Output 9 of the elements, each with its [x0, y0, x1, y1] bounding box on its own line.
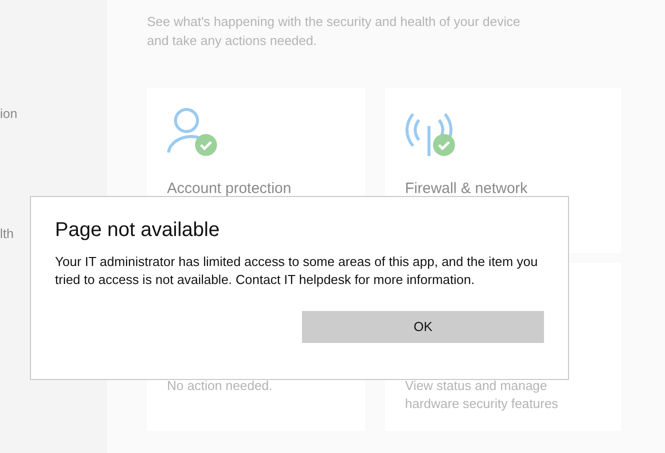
- card-status: View status and manage hardware security features: [405, 377, 560, 413]
- sidebar-item[interactable]: ion: [0, 104, 18, 124]
- card-status: No action needed.: [167, 377, 274, 395]
- card-title: Firewall & network: [405, 179, 529, 199]
- ok-button[interactable]: OK: [302, 311, 544, 343]
- page-description: See what's happening with the security and health of your device and take any actions needed.: [147, 13, 522, 50]
- sidebar-item[interactable]: lth: [0, 224, 14, 243]
- card-title: Account protection: [167, 179, 292, 199]
- dialog-message: Your IT administrator has limited access to some areas of this app, and the item you tried to access is not available. Contact IT helpdesk for more information.: [55, 253, 539, 289]
